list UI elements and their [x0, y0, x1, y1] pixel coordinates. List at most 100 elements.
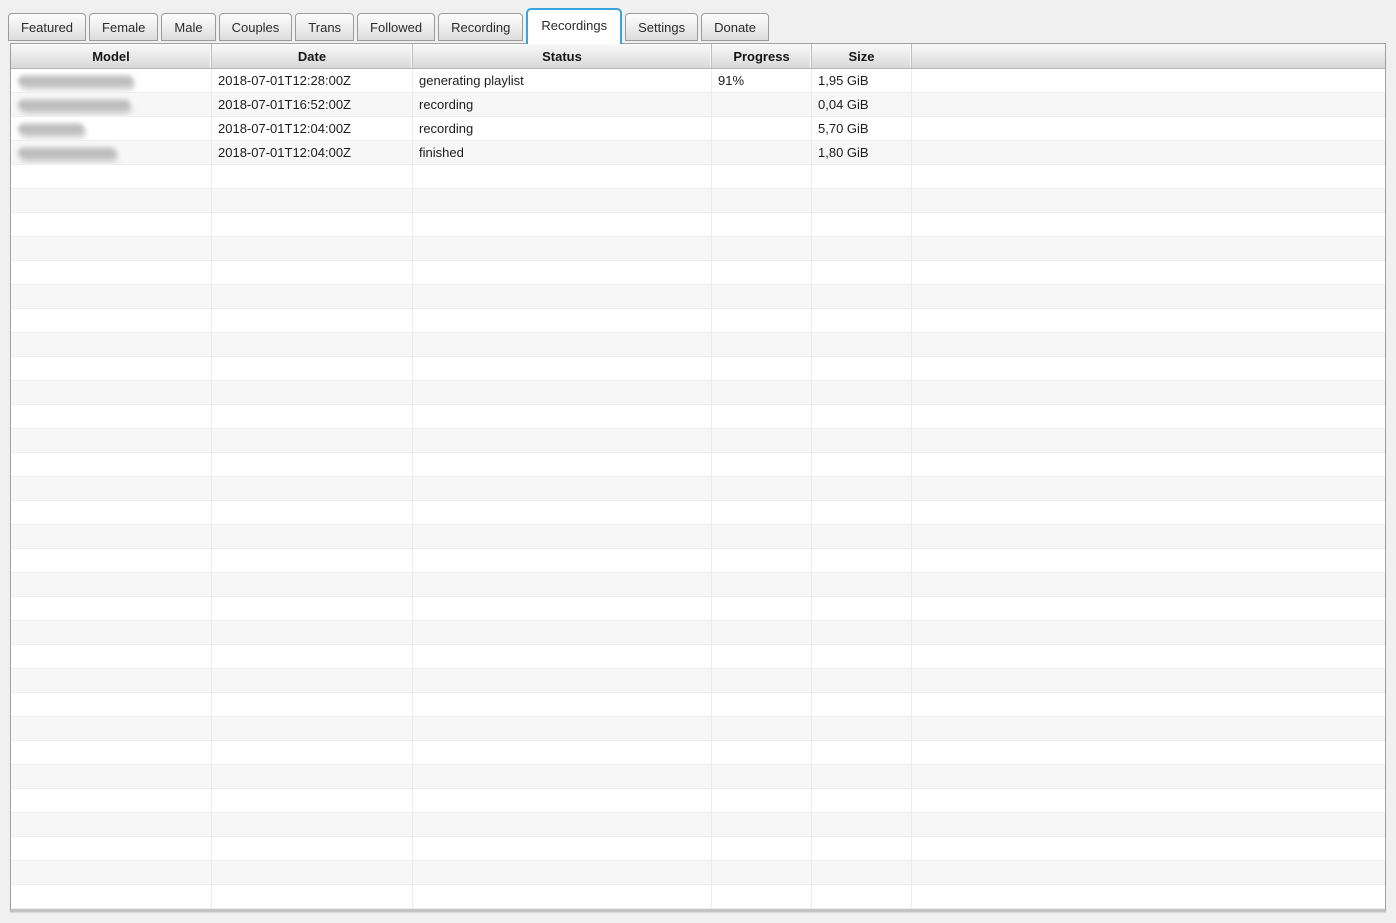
column-header-progress[interactable]: Progress [712, 44, 812, 68]
tab-trans[interactable]: Trans [295, 13, 354, 41]
table-row-empty [11, 885, 1385, 909]
table-row-empty [11, 861, 1385, 885]
cell-date [212, 597, 413, 620]
cell-date [212, 885, 413, 908]
cell-progress [712, 573, 812, 596]
cell-fill [912, 669, 1385, 692]
cell-fill [912, 741, 1385, 764]
table-row-empty [11, 381, 1385, 405]
cell-status [413, 741, 712, 764]
tab-female[interactable]: Female [89, 13, 158, 41]
cell-size [812, 261, 912, 284]
table-row-empty [11, 429, 1385, 453]
tab-settings[interactable]: Settings [625, 13, 698, 41]
table-row[interactable]: 2018-07-01T12:04:00Zrecording5,70 GiB [11, 117, 1385, 141]
cell-model [11, 405, 212, 428]
cell-size [812, 717, 912, 740]
cell-progress [712, 645, 812, 668]
table-row-empty [11, 405, 1385, 429]
tab-followed[interactable]: Followed [357, 13, 435, 41]
cell-size: 1,95 GiB [812, 69, 912, 92]
table-row-empty [11, 189, 1385, 213]
cell-model [11, 141, 212, 164]
cell-date [212, 189, 413, 212]
cell-fill [912, 357, 1385, 380]
cell-model [11, 261, 212, 284]
tab-male[interactable]: Male [161, 13, 215, 41]
cell-date [212, 285, 413, 308]
table-row-empty [11, 549, 1385, 573]
tab-recordings[interactable]: Recordings [526, 8, 622, 44]
cell-progress [712, 213, 812, 236]
cell-progress [712, 141, 812, 164]
table-row-empty [11, 213, 1385, 237]
cell-status [413, 573, 712, 596]
tab-bar: FeaturedFemaleMaleCouplesTransFollowedRe… [0, 0, 1396, 41]
cell-progress [712, 333, 812, 356]
tab-featured[interactable]: Featured [8, 13, 86, 41]
cell-fill [912, 261, 1385, 284]
cell-progress [712, 357, 812, 380]
cell-size [812, 597, 912, 620]
cell-model [11, 237, 212, 260]
table-row-empty [11, 525, 1385, 549]
cell-date [212, 861, 413, 884]
cell-progress [712, 669, 812, 692]
cell-status [413, 789, 712, 812]
cell-status [413, 717, 712, 740]
cell-model [11, 693, 212, 716]
cell-date [212, 549, 413, 572]
tab-recording[interactable]: Recording [438, 13, 523, 41]
cell-size [812, 765, 912, 788]
column-header-model[interactable]: Model [11, 44, 212, 68]
redacted-model-name [18, 75, 133, 86]
column-header-date[interactable]: Date [212, 44, 413, 68]
tab-donate[interactable]: Donate [701, 13, 769, 41]
cell-date [212, 333, 413, 356]
cell-model [11, 213, 212, 236]
cell-progress [712, 837, 812, 860]
cell-progress [712, 189, 812, 212]
cell-date [212, 429, 413, 452]
cell-date [212, 405, 413, 428]
cell-fill [912, 453, 1385, 476]
cell-model [11, 285, 212, 308]
column-header-size[interactable]: Size [812, 44, 912, 68]
cell-date [212, 213, 413, 236]
cell-progress [712, 597, 812, 620]
cell-size [812, 189, 912, 212]
cell-model [11, 597, 212, 620]
cell-progress [712, 261, 812, 284]
cell-model [11, 381, 212, 404]
table-row[interactable]: 2018-07-01T16:52:00Zrecording0,04 GiB [11, 93, 1385, 117]
cell-status [413, 405, 712, 428]
column-header-status[interactable]: Status [413, 44, 712, 68]
cell-status [413, 213, 712, 236]
cell-fill [912, 549, 1385, 572]
cell-model [11, 117, 212, 140]
cell-status [413, 693, 712, 716]
cell-size [812, 453, 912, 476]
cell-status [413, 837, 712, 860]
table-row[interactable]: 2018-07-01T12:04:00Zfinished1,80 GiB [11, 141, 1385, 165]
cell-status [413, 357, 712, 380]
cell-progress [712, 309, 812, 332]
cell-status: recording [413, 117, 712, 140]
cell-size [812, 477, 912, 500]
column-header-filler [912, 44, 1385, 68]
cell-progress [712, 165, 812, 188]
cell-status [413, 645, 712, 668]
cell-date [212, 741, 413, 764]
table-row-empty [11, 237, 1385, 261]
cell-model [11, 357, 212, 380]
tab-couples[interactable]: Couples [219, 13, 293, 41]
cell-progress [712, 813, 812, 836]
cell-size [812, 549, 912, 572]
cell-fill [912, 837, 1385, 860]
cell-status [413, 621, 712, 644]
cell-size [812, 285, 912, 308]
table-row[interactable]: 2018-07-01T12:28:00Zgenerating playlist9… [11, 69, 1385, 93]
cell-fill [912, 285, 1385, 308]
recordings-table: Model Date Status Progress Size 2018-07-… [10, 43, 1386, 912]
cell-model [11, 789, 212, 812]
